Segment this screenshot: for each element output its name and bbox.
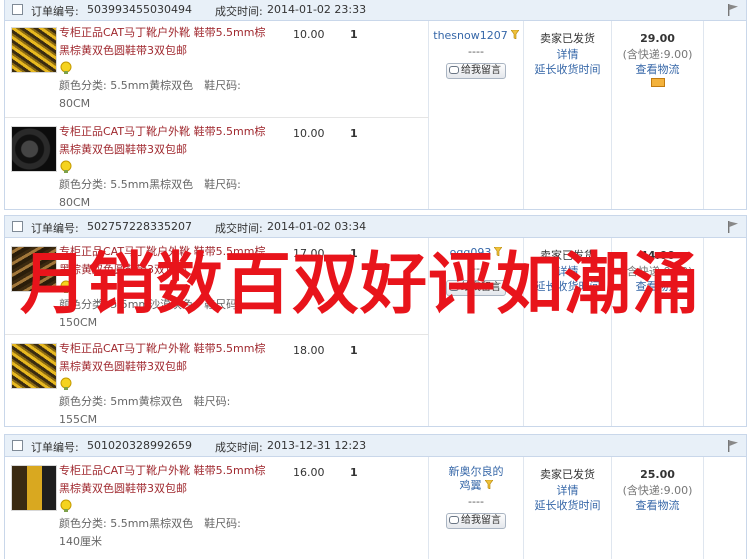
- product-title-link[interactable]: 专柜正品CAT马丁靴户外靴 鞋带5.5mm棕黑棕黄双色圆鞋带3双包邮: [59, 123, 269, 159]
- shipping-fee: (含快递:9.00): [622, 484, 693, 497]
- list-item: 专柜正品CAT马丁靴户外靴 鞋带5.5mm棕黑棕黄双色圆鞋带3双包邮 颜色分类:…: [5, 117, 429, 209]
- leave-message-button[interactable]: 给我留言: [446, 63, 506, 79]
- list-item: 专柜正品CAT马丁靴户外靴 鞋带5.5mm棕黑棕黄双色圆鞋带3双包邮 颜色分类:…: [5, 457, 429, 559]
- order-body: 专柜正品CAT马丁靴户外靴 鞋带5.5mm棕黑棕黄双色圆鞋带3双包邮 颜色分类:…: [5, 457, 746, 559]
- bulb-icon: [60, 377, 72, 390]
- price-column: 25.00 (含快递:9.00) 查看物流: [612, 457, 704, 559]
- speech-bubble-icon: [449, 66, 459, 74]
- bulb-icon: [60, 61, 72, 74]
- flag-icon[interactable]: [726, 3, 740, 17]
- flag-icon[interactable]: [726, 439, 740, 453]
- bulb-icon: [60, 160, 72, 173]
- order-time: 2014-01-02 23:33: [267, 3, 367, 16]
- buyer-name-link[interactable]: thesnow1207: [433, 29, 507, 42]
- order-id-label: 订单编号:: [31, 5, 79, 18]
- order-card: 订单编号: 501020328992659 成交时间: 2013-12-31 1…: [4, 434, 747, 559]
- list-item: 专柜正品CAT马丁靴户外靴 鞋带5.5mm棕黑棕黄双色圆鞋带3双包邮 颜色分类:…: [5, 334, 429, 426]
- product-thumbnail[interactable]: [11, 465, 57, 511]
- details-link[interactable]: 详情: [524, 483, 611, 498]
- unit-price: 18.00: [293, 344, 325, 357]
- order-status: 卖家已发货: [540, 32, 595, 45]
- extend-receipt-link[interactable]: 延长收货时间: [524, 498, 611, 513]
- order-time-label: 成交时间:: [215, 441, 263, 454]
- leave-message-label: 给我留言: [461, 515, 501, 526]
- leave-message-button[interactable]: 给我留言: [446, 513, 506, 529]
- extend-receipt-link[interactable]: 延长收货时间: [524, 62, 611, 77]
- unit-price: 10.00: [293, 127, 325, 140]
- order-id: 503993455030494: [87, 3, 192, 16]
- flag-icon[interactable]: [726, 220, 740, 234]
- product-title-link[interactable]: 专柜正品CAT马丁靴户外靴 鞋带5.5mm棕黑棕黄双色圆鞋带3双包邮: [59, 462, 269, 498]
- price-column: 29.00 (含快递:9.00) 查看物流: [612, 21, 704, 209]
- bulb-icon: [60, 499, 72, 512]
- speech-bubble-icon: [449, 516, 459, 524]
- buyer-dash: ----: [468, 45, 484, 58]
- order-status: 卖家已发货: [540, 468, 595, 481]
- order-checkbox[interactable]: [12, 4, 23, 15]
- product-attributes: 颜色分类: 5.5mm黑棕双色 鞋尺码: 80CM: [59, 178, 241, 209]
- leave-message-label: 给我留言: [461, 65, 501, 76]
- product-title-link[interactable]: 专柜正品CAT马丁靴户外靴 鞋带5.5mm棕黑棕黄双色圆鞋带3双包邮: [59, 24, 269, 60]
- order-time-label: 成交时间:: [215, 5, 263, 18]
- view-logistics-link[interactable]: 查看物流: [612, 62, 703, 77]
- unit-price: 10.00: [293, 28, 325, 41]
- buyer-column: 新奥尔良的鸡翼 ---- 给我留言: [429, 457, 524, 559]
- quantity: 1: [350, 466, 358, 479]
- product-thumbnail[interactable]: [11, 27, 57, 73]
- quantity: 1: [350, 127, 358, 140]
- product-attributes: 颜色分类: 5.5mm黑棕双色 鞋尺码: 140厘米: [59, 517, 241, 548]
- product-title-link[interactable]: 专柜正品CAT马丁靴户外靴 鞋带5.5mm棕黑棕黄双色圆鞋带3双包邮: [59, 340, 269, 376]
- card-icon[interactable]: [650, 78, 665, 87]
- status-column: 卖家已发货 详情 延长收货时间: [524, 457, 612, 559]
- order-total: 25.00: [640, 468, 675, 481]
- quantity: 1: [350, 28, 358, 41]
- item-column: 专柜正品CAT马丁靴户外靴 鞋带5.5mm棕黑棕黄双色圆鞋带3双包邮 颜色分类:…: [5, 21, 429, 209]
- buyer-column: thesnow1207 ---- 给我留言: [429, 21, 524, 209]
- buyer-dash: ----: [468, 495, 484, 508]
- order-card: 订单编号: 503993455030494 成交时间: 2014-01-02 2…: [4, 0, 747, 210]
- order-time: 2013-12-31 12:23: [267, 439, 367, 452]
- order-id: 501020328992659: [87, 439, 192, 452]
- filter-icon[interactable]: [510, 30, 519, 39]
- unit-price: 16.00: [293, 466, 325, 479]
- order-header: 订单编号: 503993455030494 成交时间: 2014-01-02 2…: [5, 0, 746, 21]
- list-item: 专柜正品CAT马丁靴户外靴 鞋带5.5mm棕黑棕黄双色圆鞋带3双包邮 颜色分类:…: [5, 21, 429, 117]
- shipping-fee: (含快递:9.00): [622, 48, 693, 61]
- product-thumbnail[interactable]: [11, 343, 57, 389]
- order-body: 专柜正品CAT马丁靴户外靴 鞋带5.5mm棕黑棕黄双色圆鞋带3双包邮 颜色分类:…: [5, 21, 746, 209]
- filter-icon[interactable]: [484, 480, 493, 489]
- order-checkbox[interactable]: [12, 440, 23, 451]
- promo-watermark-text: 月销数百双好评如潮涌: [20, 244, 700, 323]
- order-header: 订单编号: 501020328992659 成交时间: 2013-12-31 1…: [5, 435, 746, 457]
- buyer-name-link[interactable]: 新奥尔良的鸡翼: [449, 465, 504, 492]
- quantity: 1: [350, 344, 358, 357]
- product-attributes: 颜色分类: 5mm黄棕双色 鞋尺码: 155CM: [59, 395, 231, 426]
- item-column: 专柜正品CAT马丁靴户外靴 鞋带5.5mm棕黑棕黄双色圆鞋带3双包邮 颜色分类:…: [5, 457, 429, 559]
- view-logistics-link[interactable]: 查看物流: [612, 498, 703, 513]
- product-thumbnail[interactable]: [11, 126, 57, 172]
- details-link[interactable]: 详情: [524, 47, 611, 62]
- status-column: 卖家已发货 详情 延长收货时间: [524, 21, 612, 209]
- order-id-label: 订单编号:: [31, 441, 79, 454]
- order-total: 29.00: [640, 32, 675, 45]
- product-attributes: 颜色分类: 5.5mm黄棕双色 鞋尺码: 80CM: [59, 79, 241, 110]
